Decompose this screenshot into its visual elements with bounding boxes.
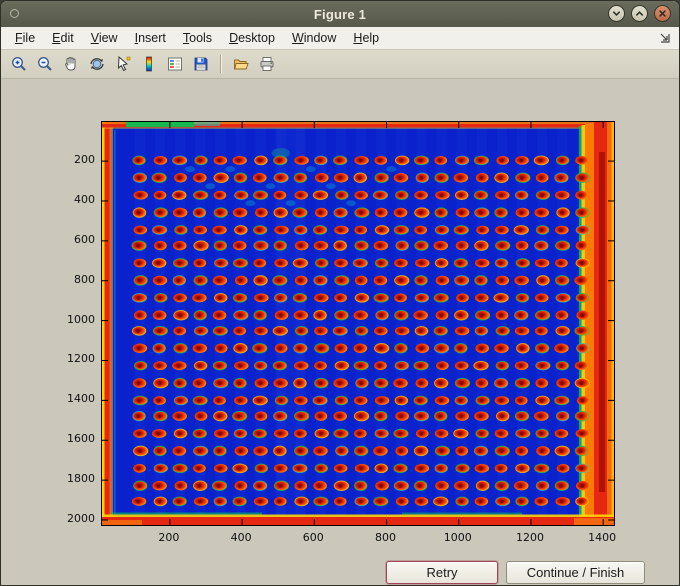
title-bar[interactable]: Figure 1 [1, 1, 679, 27]
window-controls [608, 5, 671, 22]
chevron-down-icon [611, 8, 622, 19]
menu-item-edit[interactable]: Edit [52, 31, 74, 45]
x-tick-label: 1400 [588, 531, 617, 544]
menu-item-file[interactable]: File [15, 31, 35, 45]
maximize-button[interactable] [631, 5, 648, 22]
legend-icon[interactable] [163, 52, 187, 76]
y-tick-label: 1000 [67, 312, 95, 326]
y-tick-label: 400 [74, 192, 95, 206]
y-tick-label: 2000 [67, 512, 95, 525]
plot-axes[interactable] [101, 121, 615, 526]
x-tick-label: 1200 [515, 531, 544, 544]
retry-button[interactable]: Retry [386, 561, 498, 584]
figure-window: Figure 1 File Edit View Insert Tools Desktop W… [0, 0, 680, 586]
y-tick-label: 1800 [67, 472, 95, 486]
chevron-up-icon [634, 8, 645, 19]
close-button[interactable] [654, 5, 671, 22]
window-title: Figure 1 [313, 6, 367, 22]
plot-image [102, 122, 614, 525]
print-icon[interactable] [255, 52, 279, 76]
menu-bar: File Edit View Insert Tools Desktop Window Help [1, 27, 679, 50]
data-cursor-icon[interactable] [111, 52, 135, 76]
colorbar-icon[interactable] [137, 52, 161, 76]
y-tick-label: 1200 [67, 352, 95, 366]
rotate-3d-icon[interactable] [85, 52, 109, 76]
menu-item-view[interactable]: View [91, 31, 118, 45]
x-tick-label: 400 [230, 531, 252, 544]
y-tick-label: 200 [74, 153, 95, 167]
menu-item-desktop[interactable]: Desktop [229, 31, 275, 45]
y-tick-label: 800 [74, 272, 95, 286]
x-tick-label: 200 [158, 531, 180, 544]
toolbar-separator [220, 55, 222, 73]
x-tick-label: 1000 [443, 531, 472, 544]
dock-arrow-icon[interactable] [658, 31, 672, 45]
zoom-out-icon[interactable] [33, 52, 57, 76]
x-tick-label: 600 [302, 531, 324, 544]
y-tick-label: 1600 [67, 432, 95, 446]
x-tick-label: 800 [375, 531, 397, 544]
shade-button[interactable] [608, 5, 625, 22]
pan-hand-icon[interactable] [59, 52, 83, 76]
menu-items: File Edit View Insert Tools Desktop Window Help [1, 31, 379, 45]
save-icon[interactable] [189, 52, 213, 76]
y-tick-label: 600 [74, 232, 95, 246]
close-icon [657, 8, 668, 19]
continue-finish-button[interactable]: Continue / Finish [506, 561, 645, 584]
menu-item-tools[interactable]: Tools [183, 31, 212, 45]
menu-item-help[interactable]: Help [353, 31, 379, 45]
toolbar [1, 50, 679, 79]
open-folder-icon[interactable] [229, 52, 253, 76]
zoom-in-icon[interactable] [7, 52, 31, 76]
menu-item-window[interactable]: Window [292, 31, 336, 45]
figure-canvas: 200 400 600 800 1000 1200 1400 1600 1800 2000 200… [1, 79, 679, 585]
menu-item-insert[interactable]: Insert [135, 31, 166, 45]
y-tick-label: 1400 [67, 392, 95, 406]
